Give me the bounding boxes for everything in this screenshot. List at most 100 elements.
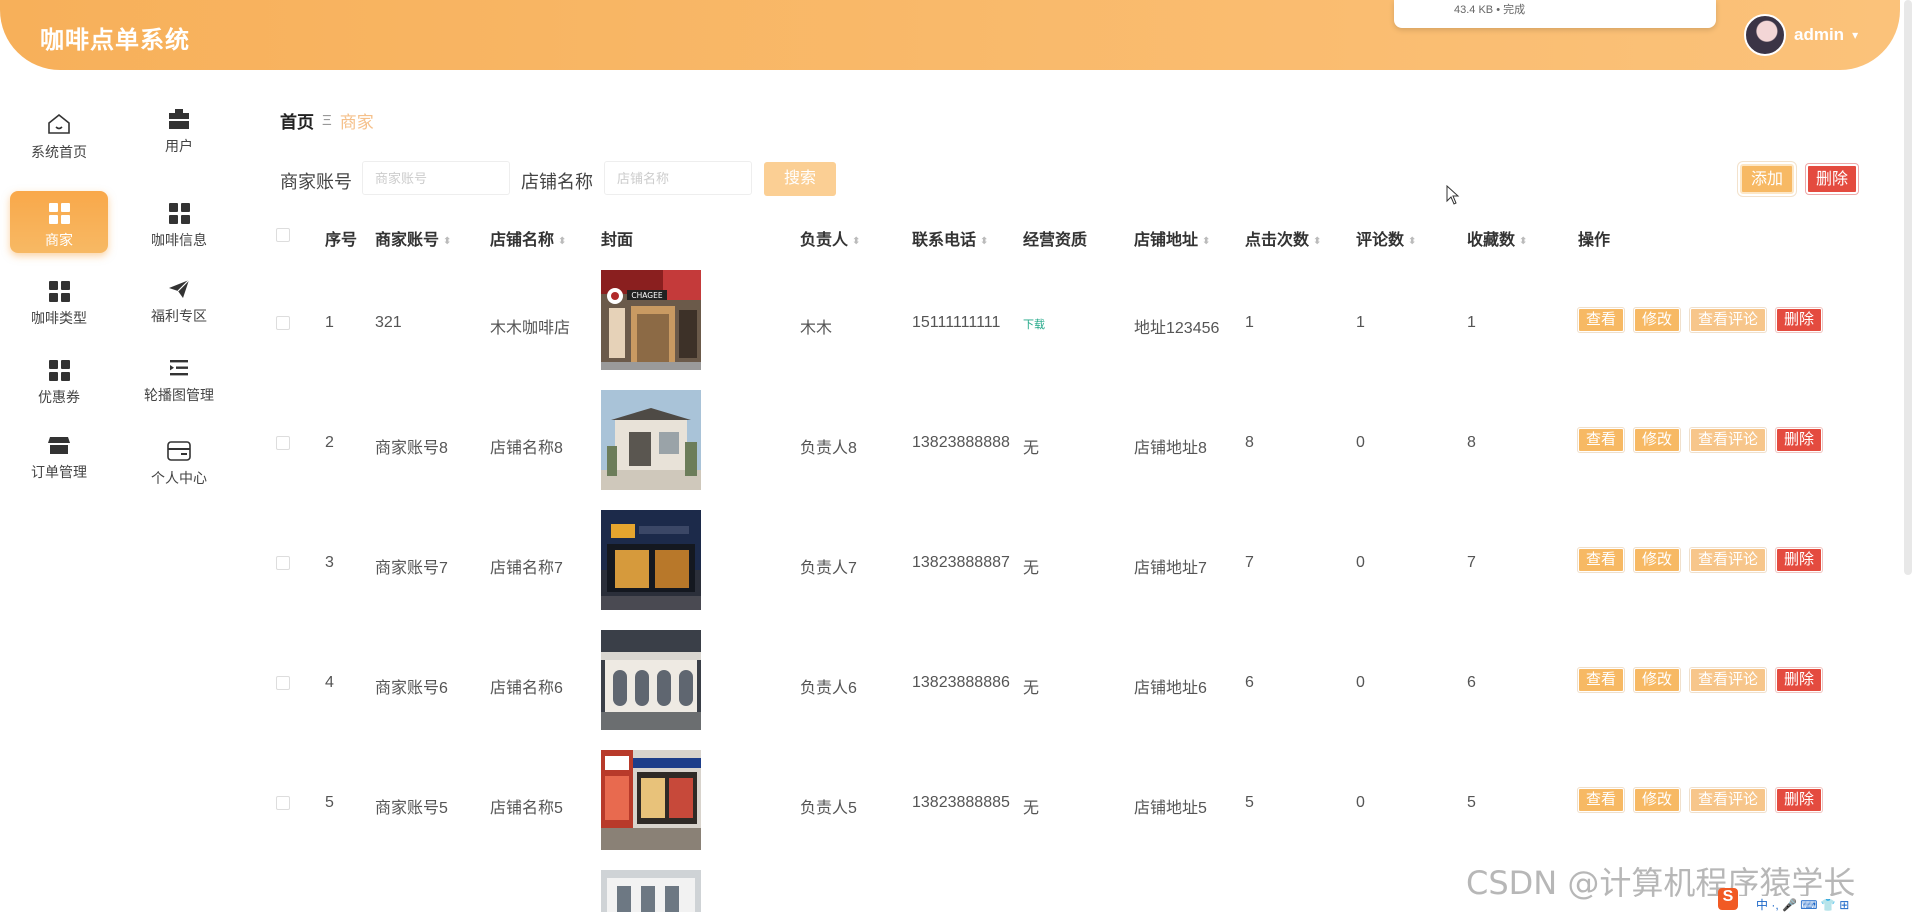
cover-image[interactable]	[601, 390, 701, 490]
view-button[interactable]: 查看	[1578, 308, 1625, 332]
row-actions: 查看 修改 查看评论 删除	[1578, 308, 1823, 332]
edit-button[interactable]: 修改	[1634, 668, 1681, 692]
col-phone[interactable]: 联系电话 ⬍	[912, 226, 988, 250]
col-shop-label: 店铺名称	[490, 232, 555, 249]
delete-button[interactable]: 删除	[1776, 548, 1823, 572]
row-actions: 查看 修改 查看评论 删除	[1578, 428, 1823, 452]
sort-icon[interactable]: ⬍	[1408, 236, 1416, 247]
cell-clicks: 7	[1245, 554, 1254, 571]
sort-icon[interactable]: ⬍	[443, 236, 451, 247]
col-owner[interactable]: 负责人 ⬍	[800, 226, 860, 250]
view-comments-button[interactable]: 查看评论	[1690, 668, 1767, 692]
cell-comments: 0	[1356, 434, 1365, 451]
col-comments[interactable]: 评论数 ⬍	[1356, 226, 1416, 250]
col-actions: 操作	[1578, 232, 1611, 249]
cell-owner: 负责人7	[800, 560, 857, 577]
cover-image[interactable]: CHAGEE	[601, 270, 701, 370]
shop-label: 店铺名称	[521, 172, 593, 192]
cell-shop: 店铺名称5	[490, 800, 563, 817]
delete-button[interactable]: 删除	[1776, 308, 1823, 332]
col-account[interactable]: 商家账号 ⬍	[375, 226, 451, 250]
cell-favorites: 1	[1467, 314, 1476, 331]
sidebar-item-coffee-info[interactable]: 咖啡信息	[130, 199, 228, 250]
cover-image[interactable]	[601, 510, 701, 610]
add-button[interactable]: 添加	[1740, 164, 1794, 194]
scrollbar[interactable]	[1904, 0, 1912, 575]
cell-phone: 15111111111	[912, 314, 1001, 331]
ime-tray[interactable]: S 中 ·, 🎤 ⌨ 👕 ⊞	[1718, 888, 1912, 912]
batch-delete-button[interactable]: 删除	[1806, 164, 1858, 194]
sort-icon[interactable]: ⬍	[1519, 236, 1527, 247]
search-button[interactable]: 搜索	[764, 162, 836, 196]
sidebar-item-users[interactable]: 用户	[130, 108, 228, 156]
view-comments-button[interactable]: 查看评论	[1690, 788, 1767, 812]
sidebar-item-label: 商家	[45, 232, 73, 248]
avatar[interactable]	[1744, 14, 1786, 56]
view-button[interactable]: 查看	[1578, 788, 1625, 812]
user-menu[interactable]: admin ▾	[1744, 14, 1858, 56]
table-row: 4 商家账号6 店铺名称6 负责人6 13823888886 无 店铺地址6 6…	[0, 630, 1912, 750]
sidebar-item-home[interactable]: 系统首页	[10, 112, 108, 162]
col-comments-label: 评论数	[1356, 232, 1405, 249]
grid-icon	[168, 203, 190, 224]
row-checkbox[interactable]	[276, 796, 290, 810]
cell-address: 店铺地址5	[1134, 800, 1207, 817]
col-favorites[interactable]: 收藏数 ⬍	[1467, 226, 1527, 250]
mouse-cursor-icon	[1446, 185, 1460, 205]
sort-icon[interactable]: ⬍	[980, 236, 988, 247]
download-popup[interactable]: 43.4 KB • 完成	[1394, 0, 1716, 28]
view-button[interactable]: 查看	[1578, 548, 1625, 572]
edit-button[interactable]: 修改	[1634, 428, 1681, 452]
cell-owner: 负责人8	[800, 440, 857, 457]
shop-search-input[interactable]	[604, 161, 752, 195]
license-download-link[interactable]: 下载	[1023, 316, 1045, 332]
col-clicks[interactable]: 点击次数 ⬍	[1245, 226, 1321, 250]
edit-button[interactable]: 修改	[1634, 308, 1681, 332]
breadcrumb-home[interactable]: 首页	[280, 108, 314, 133]
account-label: 商家账号	[280, 172, 352, 192]
cell-phone: 13823888886	[912, 674, 1010, 691]
cell-favorites: 6	[1467, 674, 1476, 691]
row-checkbox[interactable]	[276, 316, 290, 330]
view-comments-button[interactable]: 查看评论	[1690, 428, 1767, 452]
col-shop[interactable]: 店铺名称 ⬍	[490, 226, 566, 250]
sort-icon[interactable]: ⬍	[558, 236, 566, 247]
row-checkbox[interactable]	[276, 676, 290, 690]
col-cover: 封面	[601, 232, 634, 249]
delete-button[interactable]: 删除	[1776, 428, 1823, 452]
cell-comments: 0	[1356, 554, 1365, 571]
row-checkbox[interactable]	[276, 556, 290, 570]
cell-address: 地址123456	[1134, 320, 1220, 337]
col-favorites-label: 收藏数	[1467, 232, 1516, 249]
cover-image[interactable]	[601, 750, 701, 850]
cell-comments: 0	[1356, 674, 1365, 691]
ime-logo-icon[interactable]: S	[1718, 888, 1738, 910]
sort-icon[interactable]: ⬍	[1313, 236, 1321, 247]
col-index: 序号	[325, 232, 358, 249]
delete-button[interactable]: 删除	[1776, 788, 1823, 812]
view-comments-button[interactable]: 查看评论	[1690, 548, 1767, 572]
edit-button[interactable]: 修改	[1634, 548, 1681, 572]
delete-button[interactable]: 删除	[1776, 668, 1823, 692]
account-search-input[interactable]	[362, 161, 510, 195]
sort-icon[interactable]: ⬍	[1202, 236, 1210, 247]
cell-comments: 1	[1356, 314, 1365, 331]
cover-image[interactable]	[601, 630, 701, 730]
sort-icon[interactable]: ⬍	[852, 236, 860, 247]
cell-favorites: 8	[1467, 434, 1476, 451]
cell-shop: 店铺名称6	[490, 680, 563, 697]
row-checkbox[interactable]	[276, 436, 290, 450]
cover-image[interactable]	[601, 870, 701, 912]
row-actions: 查看 修改 查看评论 删除	[1578, 668, 1823, 692]
col-address[interactable]: 店铺地址 ⬍	[1134, 226, 1210, 250]
select-all-checkbox[interactable]	[276, 228, 290, 242]
cell-account: 商家账号7	[375, 560, 448, 577]
sidebar-item-merchants[interactable]: 商家	[10, 191, 108, 253]
view-button[interactable]: 查看	[1578, 668, 1625, 692]
table-row: 5 商家账号5 店铺名称5 负责人5 13823888885 无 店铺地址5 5…	[0, 750, 1912, 870]
cell-owner: 木木	[800, 320, 833, 337]
cell-index: 1	[325, 314, 334, 331]
view-comments-button[interactable]: 查看评论	[1690, 308, 1767, 332]
edit-button[interactable]: 修改	[1634, 788, 1681, 812]
view-button[interactable]: 查看	[1578, 428, 1625, 452]
